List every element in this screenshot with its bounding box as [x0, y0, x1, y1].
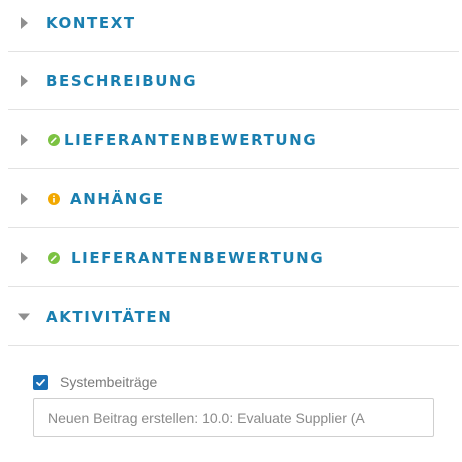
chevron-right-icon	[21, 16, 28, 29]
section-kontext[interactable]: KONTEXT	[8, 0, 459, 52]
section-label: LIEFERANTENBEWERTUNG	[71, 248, 325, 267]
check-circle-icon	[48, 133, 60, 146]
section-label: LIEFERANTENBEWERTUNG	[64, 130, 318, 149]
section-label: AKTIVITÄTEN	[46, 307, 173, 326]
chevron-right-icon	[21, 74, 28, 87]
chevron-right-icon	[21, 133, 28, 146]
chevron-down-icon	[18, 313, 30, 320]
check-circle-icon	[48, 251, 60, 264]
checkmark-icon	[36, 378, 45, 386]
section-lieferantenbewertung-1[interactable]: LIEFERANTENBEWERTUNG	[8, 111, 459, 169]
system-posts-checkbox[interactable]	[33, 374, 48, 390]
chevron-right-icon	[21, 192, 28, 205]
section-label: KONTEXT	[46, 13, 136, 32]
section-beschreibung[interactable]: BESCHREIBUNG	[8, 52, 459, 110]
details-panel: KONTEXT BESCHREIBUNG LIEFERANTENBEWERTUN…	[0, 0, 462, 462]
section-aktivitaeten[interactable]: AKTIVITÄTEN	[8, 288, 459, 346]
system-posts-label: Systembeiträge	[60, 374, 158, 390]
section-anhaenge[interactable]: ANHÄNGE	[8, 170, 459, 228]
info-circle-icon	[48, 192, 60, 205]
section-label: ANHÄNGE	[70, 189, 165, 208]
section-label: BESCHREIBUNG	[46, 71, 198, 90]
new-post-input[interactable]	[33, 398, 434, 437]
system-posts-toggle[interactable]: Systembeiträge	[33, 373, 157, 391]
section-lieferantenbewertung-2[interactable]: LIEFERANTENBEWERTUNG	[8, 229, 459, 287]
chevron-right-icon	[21, 251, 28, 264]
